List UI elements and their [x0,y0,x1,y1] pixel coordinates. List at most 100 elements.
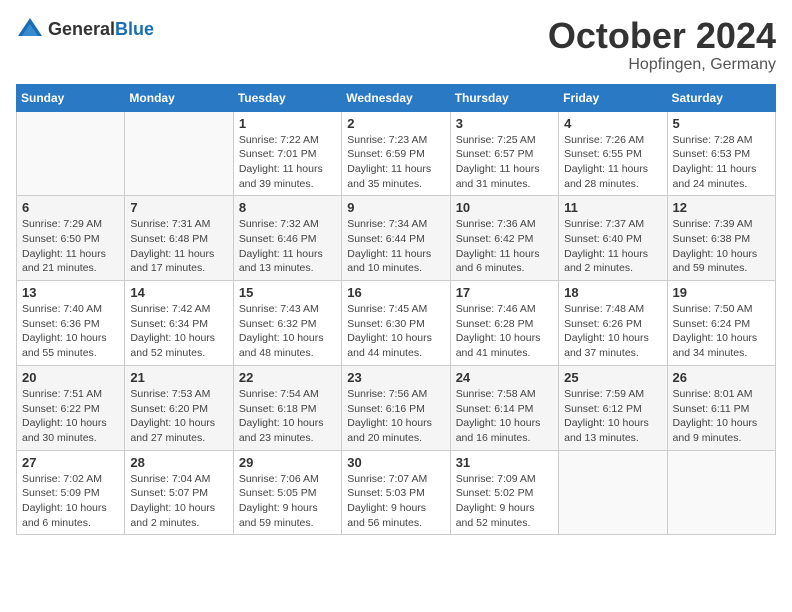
calendar-cell: 5 Sunrise: 7:28 AMSunset: 6:53 PMDaylight… [667,111,775,196]
calendar-cell: 30 Sunrise: 7:07 AMSunset: 5:03 PMDayligh… [342,450,450,535]
day-info: Sunrise: 7:34 AMSunset: 6:44 PMDaylight:… [347,217,444,276]
day-info: Sunrise: 7:37 AMSunset: 6:40 PMDaylight:… [564,217,661,276]
day-info: Sunrise: 7:51 AMSunset: 6:22 PMDaylight:… [22,387,119,446]
day-info: Sunrise: 7:45 AMSunset: 6:30 PMDaylight:… [347,302,444,361]
day-number: 10 [456,200,553,215]
day-number: 19 [673,285,770,300]
weekday-row: SundayMondayTuesdayWednesdayThursdayFrid… [17,84,776,111]
calendar-cell: 16 Sunrise: 7:45 AMSunset: 6:30 PMDayligh… [342,281,450,366]
calendar-week-row: 27Sunrise: 7:02 AMSunset: 5:09 PMDayligh… [17,450,776,535]
day-info: Sunrise: 7:58 AMSunset: 6:14 PMDaylight:… [456,387,553,446]
day-number: 26 [673,370,770,385]
day-number: 31 [456,455,553,470]
calendar-cell: 26 Sunrise: 8:01 AMSunset: 6:11 PMDayligh… [667,365,775,450]
calendar-cell [559,450,667,535]
day-info: Sunrise: 7:56 AMSunset: 6:16 PMDaylight:… [347,387,444,446]
calendar-cell: 19 Sunrise: 7:50 AMSunset: 6:24 PMDayligh… [667,281,775,366]
day-info: Sunrise: 7:26 AMSunset: 6:55 PMDaylight:… [564,133,661,192]
day-number: 8 [239,200,336,215]
calendar-cell: 3 Sunrise: 7:25 AMSunset: 6:57 PMDaylight… [450,111,558,196]
day-info: Sunrise: 7:07 AMSunset: 5:03 PMDaylight:… [347,472,444,531]
day-info: Sunrise: 7:50 AMSunset: 6:24 PMDaylight:… [673,302,770,361]
calendar-cell: 1 Sunrise: 7:22 AMSunset: 7:01 PMDaylight… [233,111,341,196]
day-info: Sunrise: 7:36 AMSunset: 6:42 PMDaylight:… [456,217,553,276]
day-number: 18 [564,285,661,300]
day-number: 30 [347,455,444,470]
day-number: 15 [239,285,336,300]
calendar-cell: 25Sunrise: 7:59 AMSunset: 6:12 PMDayligh… [559,365,667,450]
day-number: 17 [456,285,553,300]
day-info: Sunrise: 7:02 AMSunset: 5:09 PMDaylight:… [22,472,119,531]
calendar-body: 1 Sunrise: 7:22 AMSunset: 7:01 PMDaylight… [17,111,776,535]
day-number: 13 [22,285,119,300]
month-title: October 2024 [548,16,776,56]
day-info: Sunrise: 8:01 AMSunset: 6:11 PMDaylight:… [673,387,770,446]
page-header: GeneralBlue October 2024 Hopfingen, Germ… [16,16,776,74]
calendar-cell: 2Sunrise: 7:23 AMSunset: 6:59 PMDaylight… [342,111,450,196]
calendar-cell: 28 Sunrise: 7:04 AMSunset: 5:07 PMDayligh… [125,450,233,535]
day-info: Sunrise: 7:54 AMSunset: 6:18 PMDaylight:… [239,387,336,446]
calendar-cell: 12 Sunrise: 7:39 AMSunset: 6:38 PMDayligh… [667,196,775,281]
day-number: 16 [347,285,444,300]
day-number: 21 [130,370,227,385]
weekday-header: Sunday [17,84,125,111]
calendar-cell [17,111,125,196]
day-info: Sunrise: 7:39 AMSunset: 6:38 PMDaylight:… [673,217,770,276]
calendar-header: SundayMondayTuesdayWednesdayThursdayFrid… [17,84,776,111]
calendar-cell [125,111,233,196]
day-info: Sunrise: 7:53 AMSunset: 6:20 PMDaylight:… [130,387,227,446]
day-number: 7 [130,200,227,215]
day-info: Sunrise: 7:06 AMSunset: 5:05 PMDaylight:… [239,472,336,531]
day-number: 1 [239,116,336,131]
calendar-cell: 9 Sunrise: 7:34 AMSunset: 6:44 PMDaylight… [342,196,450,281]
calendar-cell: 22 Sunrise: 7:54 AMSunset: 6:18 PMDayligh… [233,365,341,450]
day-info: Sunrise: 7:22 AMSunset: 7:01 PMDaylight:… [239,133,336,192]
day-number: 14 [130,285,227,300]
day-info: Sunrise: 7:04 AMSunset: 5:07 PMDaylight:… [130,472,227,531]
day-info: Sunrise: 7:29 AMSunset: 6:50 PMDaylight:… [22,217,119,276]
calendar-cell: 27Sunrise: 7:02 AMSunset: 5:09 PMDayligh… [17,450,125,535]
day-info: Sunrise: 7:23 AMSunset: 6:59 PMDaylight:… [347,133,444,192]
calendar-table: SundayMondayTuesdayWednesdayThursdayFrid… [16,84,776,536]
day-info: Sunrise: 7:46 AMSunset: 6:28 PMDaylight:… [456,302,553,361]
day-info: Sunrise: 7:42 AMSunset: 6:34 PMDaylight:… [130,302,227,361]
day-number: 9 [347,200,444,215]
day-number: 22 [239,370,336,385]
calendar-cell: 14 Sunrise: 7:42 AMSunset: 6:34 PMDayligh… [125,281,233,366]
day-number: 5 [673,116,770,131]
day-number: 4 [564,116,661,131]
calendar-cell: 17 Sunrise: 7:46 AMSunset: 6:28 PMDayligh… [450,281,558,366]
calendar-cell: 23 Sunrise: 7:56 AMSunset: 6:16 PMDayligh… [342,365,450,450]
day-info: Sunrise: 7:25 AMSunset: 6:57 PMDaylight:… [456,133,553,192]
day-info: Sunrise: 7:31 AMSunset: 6:48 PMDaylight:… [130,217,227,276]
calendar-cell: 24Sunrise: 7:58 AMSunset: 6:14 PMDayligh… [450,365,558,450]
day-number: 29 [239,455,336,470]
day-info: Sunrise: 7:59 AMSunset: 6:12 PMDaylight:… [564,387,661,446]
calendar-cell: 15 Sunrise: 7:43 AMSunset: 6:32 PMDayligh… [233,281,341,366]
title-block: October 2024 Hopfingen, Germany [548,16,776,74]
location-title: Hopfingen, Germany [548,56,776,74]
day-number: 20 [22,370,119,385]
weekday-header: Friday [559,84,667,111]
calendar-week-row: 20 Sunrise: 7:51 AMSunset: 6:22 PMDayligh… [17,365,776,450]
day-number: 23 [347,370,444,385]
calendar-cell: 4 Sunrise: 7:26 AMSunset: 6:55 PMDaylight… [559,111,667,196]
logo: GeneralBlue [16,16,154,44]
weekday-header: Tuesday [233,84,341,111]
day-info: Sunrise: 7:32 AMSunset: 6:46 PMDaylight:… [239,217,336,276]
day-info: Sunrise: 7:40 AMSunset: 6:36 PMDaylight:… [22,302,119,361]
calendar-cell: 18Sunrise: 7:48 AMSunset: 6:26 PMDayligh… [559,281,667,366]
calendar-cell [667,450,775,535]
day-number: 3 [456,116,553,131]
day-number: 12 [673,200,770,215]
day-info: Sunrise: 7:28 AMSunset: 6:53 PMDaylight:… [673,133,770,192]
logo-icon [16,16,44,44]
calendar-cell: 7 Sunrise: 7:31 AMSunset: 6:48 PMDaylight… [125,196,233,281]
calendar-cell: 6Sunrise: 7:29 AMSunset: 6:50 PMDaylight… [17,196,125,281]
day-number: 28 [130,455,227,470]
logo-text-blue: Blue [115,19,154,39]
logo-text-general: General [48,19,115,39]
day-info: Sunrise: 7:43 AMSunset: 6:32 PMDaylight:… [239,302,336,361]
calendar-cell: 11Sunrise: 7:37 AMSunset: 6:40 PMDayligh… [559,196,667,281]
calendar-cell: 8 Sunrise: 7:32 AMSunset: 6:46 PMDaylight… [233,196,341,281]
